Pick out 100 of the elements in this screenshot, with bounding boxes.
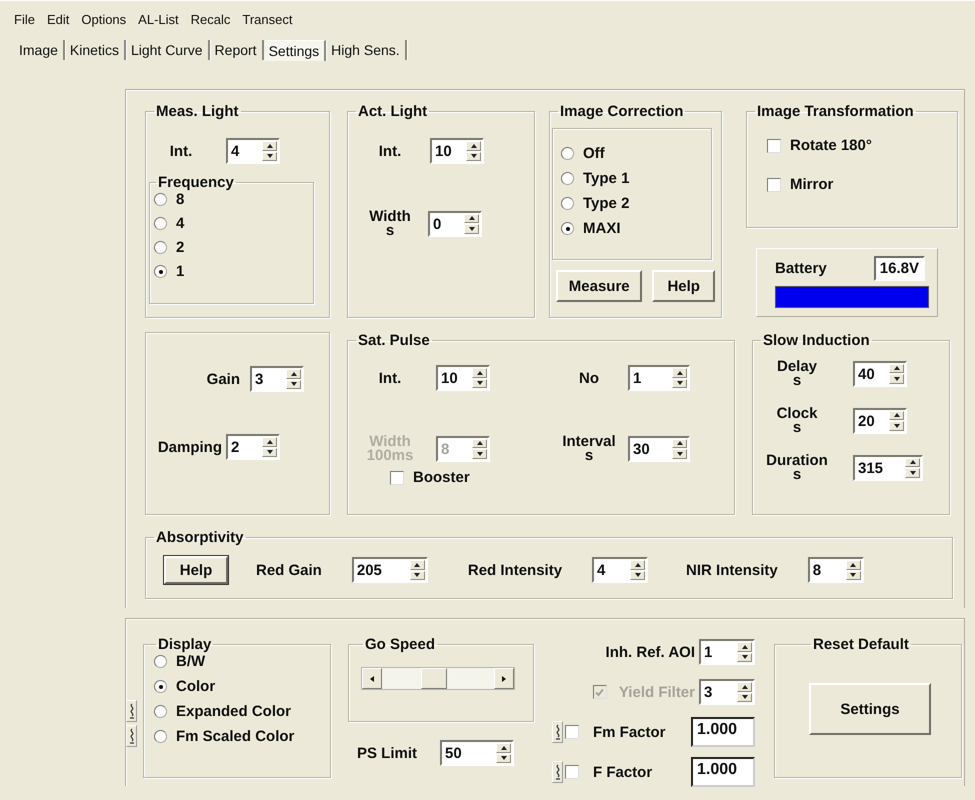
spin-up-button[interactable]	[262, 437, 277, 446]
radio-button[interactable]	[561, 222, 574, 235]
spin-box[interactable]: 3	[250, 366, 304, 392]
spin-down-button[interactable]	[472, 378, 487, 388]
spin-box[interactable]: 10	[430, 138, 484, 164]
spin-up-button[interactable]	[410, 560, 425, 570]
radio-button[interactable]	[154, 217, 167, 230]
spin-box[interactable]: 20	[853, 408, 907, 434]
spin-box[interactable]: 4	[592, 557, 648, 583]
radio-button[interactable]	[561, 147, 574, 160]
spin-up-button[interactable]	[672, 368, 687, 378]
spin-down-button[interactable]	[672, 449, 687, 458]
field-label: Interval	[562, 434, 616, 449]
spin-box[interactable]: 1	[628, 365, 690, 391]
spin-up-button[interactable]	[889, 364, 904, 373]
hook-icon[interactable]	[126, 725, 137, 747]
button[interactable]: Help	[164, 556, 228, 584]
hook-icon[interactable]	[552, 761, 563, 783]
group-title: Image Correction	[559, 103, 684, 120]
spin-down-button[interactable]	[672, 378, 687, 388]
group-title: Frequency	[157, 174, 235, 191]
menu-item[interactable]: AL-List	[137, 11, 180, 31]
group-title: Slow Induction	[762, 332, 871, 349]
spin-down-button[interactable]	[737, 652, 752, 662]
spin-up-button[interactable]	[672, 438, 687, 448]
option-label: Type 2	[583, 195, 630, 212]
hook-icon[interactable]	[126, 700, 137, 722]
radio-button[interactable]	[561, 197, 574, 210]
scroll-left-button[interactable]	[362, 668, 382, 689]
spin-down-button[interactable]	[889, 421, 904, 430]
spin-box[interactable]: 1	[699, 639, 755, 665]
spin-box[interactable]: 205	[352, 557, 428, 583]
field-label: Damping	[158, 440, 222, 454]
spin-up-button[interactable]	[630, 560, 646, 570]
spin-box[interactable]: 0	[428, 210, 482, 236]
radio-button[interactable]	[154, 265, 167, 278]
radio-button[interactable]	[154, 655, 167, 668]
spin-down-button[interactable]	[286, 380, 301, 389]
spin-box[interactable]: 4	[226, 138, 280, 164]
spin-down-button[interactable]	[466, 152, 481, 161]
spin-down-button[interactable]	[846, 570, 861, 580]
spin-box[interactable]: 8	[808, 557, 864, 583]
spin-down-button[interactable]	[262, 152, 277, 161]
spin-up-button[interactable]	[464, 214, 479, 223]
menu-item[interactable]: File	[13, 11, 36, 31]
button[interactable]: Measure	[556, 270, 642, 302]
button[interactable]: Help	[652, 270, 715, 302]
spin-down-button[interactable]	[630, 570, 646, 580]
spin-down-button[interactable]	[496, 754, 512, 763]
checkbox[interactable]	[565, 725, 579, 739]
spin-up-button[interactable]	[846, 560, 861, 570]
tab[interactable]: Light Curve	[126, 40, 210, 60]
spin-box[interactable]: 30	[628, 436, 690, 462]
unit-label: s	[386, 223, 394, 238]
radio-button[interactable]	[154, 730, 167, 743]
spin-box[interactable]: 50	[440, 740, 514, 766]
spin-up-button[interactable]	[737, 642, 752, 652]
slider-thumb[interactable]	[420, 668, 447, 689]
spin-up-button[interactable]	[262, 141, 277, 150]
menu-item[interactable]: Options	[80, 11, 128, 31]
menu-item[interactable]: Transect	[241, 11, 294, 31]
radio-button[interactable]	[561, 172, 574, 185]
tab[interactable]: Kinetics	[64, 40, 126, 60]
spin-up-button[interactable]	[496, 743, 512, 752]
spin-box[interactable]: 40	[853, 360, 907, 386]
spin-down-button[interactable]	[262, 448, 277, 457]
group-title: Sat. Pulse	[357, 332, 431, 349]
spin-box[interactable]: 2	[226, 434, 280, 460]
menu-item[interactable]: Edit	[46, 11, 70, 31]
field-label: Delay	[776, 359, 818, 374]
spin-down-button[interactable]	[905, 468, 920, 478]
spin-down-button[interactable]	[410, 570, 425, 580]
speed-slider[interactable]	[361, 667, 515, 690]
option-label: Rotate 180°	[790, 137, 872, 154]
checkbox[interactable]	[390, 470, 404, 484]
spin-up-button[interactable]	[466, 141, 481, 150]
checkbox[interactable]	[565, 765, 579, 779]
radio-button[interactable]	[154, 705, 167, 718]
radio-button[interactable]	[154, 241, 167, 254]
hook-icon[interactable]	[552, 721, 563, 743]
tab[interactable]: Image	[14, 40, 65, 60]
radio-button[interactable]	[154, 680, 167, 693]
unit-label: s	[584, 448, 594, 463]
spin-up-button[interactable]	[286, 369, 301, 378]
menu-item[interactable]: Recalc	[190, 11, 232, 31]
tab[interactable]: Settings	[264, 40, 326, 60]
radio-button[interactable]	[154, 193, 167, 206]
checkbox[interactable]	[767, 138, 781, 152]
spin-up-button[interactable]	[905, 458, 920, 467]
spin-up-button[interactable]	[472, 368, 487, 378]
checkbox[interactable]	[767, 178, 781, 192]
field-label: Int.	[170, 144, 192, 158]
spin-box[interactable]: 315	[853, 454, 923, 480]
button[interactable]: Settings	[809, 683, 931, 735]
scroll-right-button[interactable]	[494, 668, 514, 689]
spin-down-button[interactable]	[464, 224, 479, 234]
tab[interactable]: High Sens.	[326, 40, 407, 60]
spin-down-button[interactable]	[889, 374, 904, 384]
spin-box[interactable]: 10	[436, 365, 490, 391]
spin-up-button[interactable]	[889, 410, 904, 420]
